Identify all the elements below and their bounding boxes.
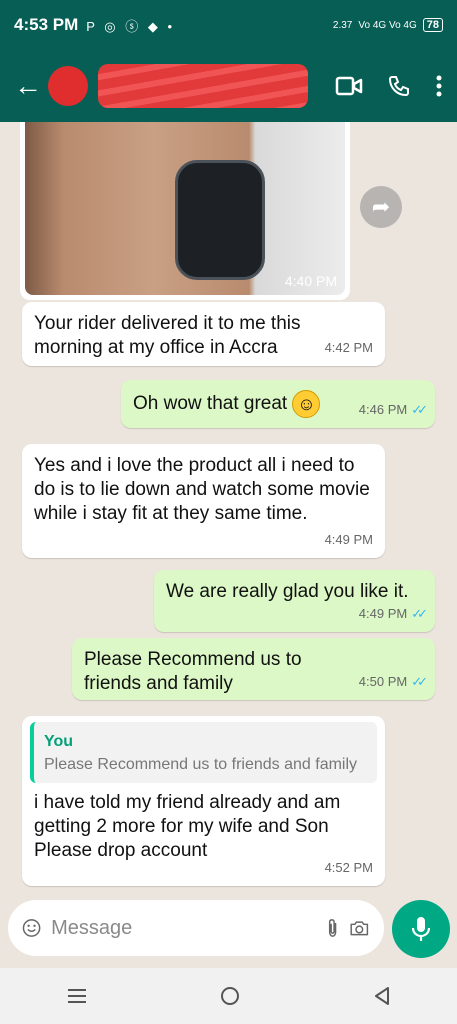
notification-icons: P ◎ ⓢ ◆ •: [86, 18, 176, 34]
contact-name[interactable]: [98, 64, 308, 108]
incoming-message[interactable]: You Please Recommend us to friends and f…: [22, 716, 385, 886]
message-input[interactable]: [51, 916, 317, 940]
incoming-message[interactable]: Your rider delivered it to me this morni…: [22, 302, 385, 366]
message-meta: 4:50 PM ✓✓: [358, 670, 428, 694]
back-arrow-icon[interactable]: ←: [14, 70, 44, 102]
video-call-icon[interactable]: [335, 74, 363, 98]
compose-bar: [0, 892, 457, 968]
message-time: 4:50 PM: [358, 674, 408, 689]
status-bar: 4:53 PM P ◎ ⓢ ◆ • 2.37 Vo 4G Vo 4G 78: [0, 0, 457, 50]
message-time: 4:46 PM: [358, 402, 408, 417]
grinning-emoji-icon: ☺: [292, 390, 321, 418]
message-text: Yes and i love the product all i need to…: [34, 455, 370, 524]
quote-author: You: [44, 733, 74, 750]
message-time: 4:52 PM: [324, 860, 373, 875]
network-speed: 2.37: [332, 19, 353, 31]
image-message[interactable]: 4:40 PM: [20, 122, 350, 300]
outgoing-message[interactable]: Oh wow that great ☺ 4:46 PM ✓✓: [121, 380, 435, 428]
outgoing-message[interactable]: Please Recommend us to friends and famil…: [72, 638, 435, 700]
system-nav-bar: [0, 968, 457, 1024]
recent-apps-icon[interactable]: [66, 987, 88, 1005]
attach-icon[interactable]: [326, 914, 339, 942]
mic-icon: [411, 917, 431, 941]
read-receipt-icon: ✓✓: [411, 606, 428, 621]
signal-icon: Vo 4G Vo 4G: [358, 19, 417, 31]
message-text: Please Recommend us to friends and famil…: [84, 649, 302, 694]
message-meta: 4:49 PM ✓✓: [358, 602, 428, 626]
read-receipt-icon: ✓✓: [411, 674, 428, 689]
message-time: 4:49 PM: [324, 532, 373, 547]
ems-belt-image: [175, 160, 265, 280]
message-box: [8, 900, 384, 956]
photo[interactable]: 4:40 PM: [25, 122, 345, 295]
emoji-icon[interactable]: [22, 915, 41, 941]
message-text: Your rider delivered it to me this morni…: [34, 313, 301, 358]
read-receipt-icon: ✓✓: [411, 402, 428, 417]
message-text: Oh wow that great: [133, 393, 288, 415]
phone-icon[interactable]: [387, 74, 411, 98]
chat-messages[interactable]: 4:40 PM ➦ Your rider delivered it to me …: [0, 122, 457, 892]
back-icon[interactable]: [373, 986, 391, 1006]
message-time: 4:40 PM: [284, 273, 337, 289]
outgoing-message[interactable]: We are really glad you like it. 4:49 PM …: [154, 570, 435, 632]
forward-icon[interactable]: ➦: [360, 186, 402, 228]
home-icon[interactable]: [219, 985, 241, 1007]
message-meta: 4:46 PM ✓✓: [358, 398, 428, 422]
header-actions: [335, 74, 443, 98]
message-meta: 4:42 PM: [325, 336, 373, 360]
quoted-reply[interactable]: You Please Recommend us to friends and f…: [30, 722, 377, 783]
more-options-icon[interactable]: [435, 74, 443, 98]
message-meta: 4:49 PM: [325, 528, 373, 552]
avatar[interactable]: [48, 66, 88, 106]
message-text: i have told my friend already and am get…: [34, 792, 341, 861]
message-time: 4:42 PM: [324, 340, 373, 355]
status-right: 2.37 Vo 4G Vo 4G 78: [333, 18, 443, 32]
chat-header: ←: [0, 50, 457, 122]
message-meta: 4:52 PM: [325, 856, 373, 880]
incoming-message[interactable]: Yes and i love the product all i need to…: [22, 444, 385, 558]
status-time: 4:53 PM: [14, 15, 79, 34]
message-text: We are really glad you like it.: [166, 581, 409, 602]
battery-icon: 78: [422, 18, 443, 32]
quote-text: Please Recommend us to friends and famil…: [44, 756, 358, 773]
message-time: 4:49 PM: [358, 606, 408, 621]
camera-icon[interactable]: [349, 916, 370, 940]
mic-button[interactable]: [392, 900, 450, 958]
